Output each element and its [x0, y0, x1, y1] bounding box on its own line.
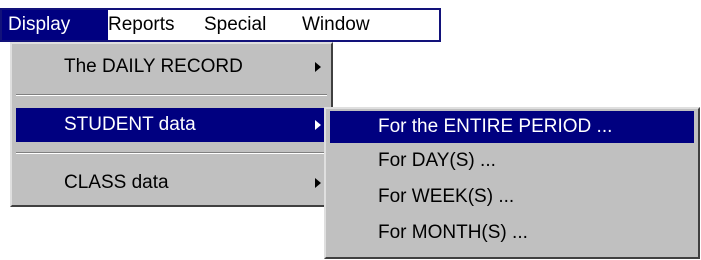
menu-item-student-data[interactable]: STUDENT data — [16, 108, 327, 142]
display-dropdown-menu: The DAILY RECORD STUDENT data CLASS data — [10, 42, 333, 207]
menu-display[interactable]: Display — [2, 10, 108, 40]
submenu-item-months[interactable]: For MONTH(S) ... — [330, 217, 694, 249]
menu-window[interactable]: Window — [296, 10, 376, 40]
menu-item-label: CLASS data — [64, 172, 169, 193]
menu-item-label: The DAILY RECORD — [64, 56, 243, 77]
menu-item-label: For DAY(S) ... — [378, 150, 496, 171]
menu-special[interactable]: Special — [198, 10, 272, 40]
menu-item-label: STUDENT data — [64, 114, 196, 135]
submenu-item-days[interactable]: For DAY(S) ... — [330, 145, 694, 177]
submenu-item-weeks[interactable]: For WEEK(S) ... — [330, 181, 694, 213]
menu-separator — [16, 152, 327, 154]
menu-separator — [16, 94, 327, 96]
menu-item-label: For MONTH(S) ... — [378, 222, 528, 243]
menu-reports[interactable]: Reports — [102, 10, 181, 40]
submenu-arrow-icon — [315, 178, 321, 188]
menu-bar: Display Reports Special Window — [0, 8, 441, 42]
menu-item-label: For the ENTIRE PERIOD ... — [378, 116, 613, 137]
menu-item-class-data[interactable]: CLASS data — [16, 166, 327, 200]
submenu-item-entire-period[interactable]: For the ENTIRE PERIOD ... — [330, 111, 694, 143]
menu-item-daily-record[interactable]: The DAILY RECORD — [16, 50, 327, 84]
menu-item-label: For WEEK(S) ... — [378, 186, 515, 207]
student-data-submenu: For the ENTIRE PERIOD ... For DAY(S) ...… — [324, 107, 700, 259]
submenu-arrow-icon — [315, 62, 321, 72]
submenu-arrow-icon — [315, 120, 321, 130]
